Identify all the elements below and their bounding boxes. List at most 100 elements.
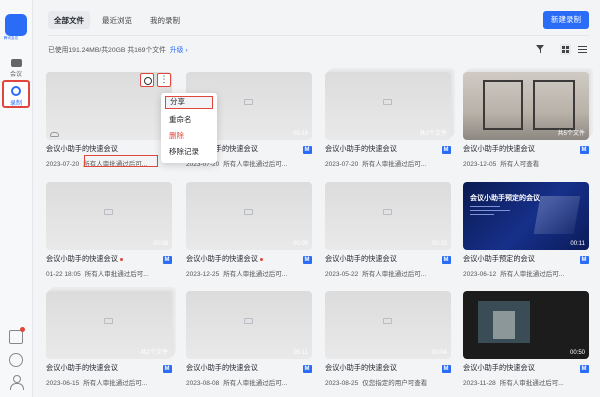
recording-card[interactable]: 00:50 会议小助手的快速会议 2023-11-28所有人审批通过后可... — [463, 291, 589, 397]
thumbnail-title: 会议小助手预定的会议 — [470, 195, 540, 202]
placeholder-icon — [244, 318, 253, 324]
camera-icon — [10, 59, 22, 67]
unread-dot — [119, 257, 123, 261]
record-icon — [11, 86, 21, 96]
thumbnail[interactable]: 05:11 — [186, 291, 312, 359]
thumbnail[interactable]: 共5个文件 — [463, 72, 589, 140]
storage-info: 已使用191.24MB/共20GB 共169个文件 升级 › — [48, 44, 188, 54]
card-title: 会议小助手预定的会议 — [463, 254, 535, 263]
duration: 00:09 — [292, 241, 308, 247]
cloud-icon — [50, 132, 59, 137]
card-meta: 2023-07-20 所有人审批通过后可... — [325, 161, 427, 168]
sidebar-item-label: 录制 — [9, 101, 22, 107]
card-meta: 2023-08-08 所有人审批通过后可... — [186, 380, 288, 387]
card-title: 会议小助手的快速会议 — [186, 254, 312, 266]
placeholder-icon — [383, 318, 392, 324]
menu-item-rename[interactable]: 重命名 — [165, 113, 213, 126]
card-meta: 2023-06-12 所有人审批通过后可... — [463, 271, 565, 278]
duration: 00:11 — [570, 241, 585, 247]
thumbnail-image — [483, 80, 523, 130]
recording-card[interactable]: 会议小助手预定的会议 00:11 会议小助手预定的会议 2023-06-12所有人… — [463, 182, 589, 290]
thumbnail[interactable]: 00:08 — [46, 182, 172, 250]
logo-subtitle: 腾讯会议 — [3, 35, 19, 40]
meeting-logo-icon — [303, 146, 312, 154]
thumbnail[interactable]: 共2个文件 — [325, 72, 451, 140]
recording-card[interactable]: 00:08 会议小助手的快速会议 01-22 18:05所有人审批通过后可... — [46, 182, 172, 290]
tab-recent[interactable]: 最近浏览 — [96, 11, 138, 29]
card-meta: 01-22 18:05 所有人审批通过后可... — [46, 271, 149, 278]
meeting-logo-icon — [163, 256, 172, 264]
duration: 00:15 — [431, 241, 447, 247]
card-title: 会议小助手的快速会议 — [463, 144, 535, 153]
card-meta: 2023-06-15 所有人审批通过后可... — [46, 380, 148, 387]
meeting-logo-icon — [580, 256, 589, 264]
card-title: 会议小助手的快速会议 — [325, 254, 397, 263]
tab-bar: 全部文件 最近浏览 我的录制 — [48, 11, 186, 29]
notification-badge — [20, 327, 25, 332]
link-icon[interactable] — [140, 73, 154, 87]
thumbnail[interactable]: 00:15 — [325, 182, 451, 250]
upgrade-link[interactable]: 升级 › — [170, 47, 188, 54]
more-options-icon[interactable]: ⋮ — [157, 73, 171, 87]
storage-text: 已使用191.24MB/共20GB 共169个文件 — [48, 47, 166, 54]
thumbnail-image — [493, 311, 515, 339]
recording-card[interactable]: 00:15 会议小助手的快速会议 2023-05-22所有人审批通过后可... — [325, 182, 451, 290]
thumbnail[interactable]: 共2个文件 — [46, 291, 172, 359]
gear-icon[interactable] — [9, 353, 23, 367]
sidebar-item-record[interactable]: 录制 — [2, 80, 30, 108]
card-title: 会议小助手的快速会议 — [325, 363, 397, 372]
new-recording-button[interactable]: 新建录制 — [543, 11, 589, 29]
mail-icon[interactable] — [9, 330, 23, 344]
app-window: 腾讯会议 会议 录制 全部文件 最近浏览 我的录制 新建录制 已使用191.24… — [0, 0, 600, 397]
menu-item-remove-record[interactable]: 移除记录 — [165, 145, 213, 158]
duration: 00:08 — [152, 241, 168, 247]
card-title: 会议小助手的快速会议 — [186, 363, 258, 372]
duration: 00:18 — [292, 131, 308, 137]
sidebar: 腾讯会议 会议 录制 — [0, 0, 33, 397]
card-meta: 2023-08-25 仅您指定的用户可查看 — [325, 380, 428, 387]
menu-item-share[interactable]: 分享 — [165, 96, 213, 109]
recording-card[interactable]: 00:09 会议小助手的快速会议 2023-12-25所有人审批通过后可... — [186, 182, 312, 290]
meeting-logo-icon — [580, 146, 589, 154]
thumbnail[interactable]: 会议小助手预定的会议 00:11 — [463, 182, 589, 250]
recording-card[interactable]: 共2个文件 会议小助手的快速会议 2023-06-15所有人审批通过后可... — [46, 291, 172, 397]
placeholder-icon — [383, 209, 392, 215]
context-menu: 分享 重命名 删除 移除记录 — [161, 93, 217, 163]
unread-dot — [259, 257, 263, 261]
meeting-logo-icon — [580, 365, 589, 373]
filter-icon[interactable] — [535, 44, 546, 55]
meeting-logo-icon — [442, 146, 451, 154]
duration: 00:50 — [569, 350, 585, 356]
meeting-logo-icon — [303, 365, 312, 373]
meeting-logo-icon — [303, 256, 312, 264]
header-divider — [48, 35, 589, 36]
card-meta: 2023-05-22 所有人审批通过后可... — [325, 271, 427, 278]
user-icon[interactable] — [9, 375, 24, 390]
card-meta: 2023-12-25 所有人审批通过后可... — [186, 271, 288, 278]
recording-card[interactable]: 共5个文件 会议小助手的快速会议 2023-12-05所有人可查看 — [463, 72, 589, 180]
list-view-icon[interactable] — [577, 44, 588, 55]
meeting-logo-icon — [442, 365, 451, 373]
file-count: 共5个文件 — [557, 131, 585, 137]
sidebar-item-label: 会议 — [9, 72, 22, 78]
menu-item-delete[interactable]: 删除 — [165, 129, 213, 142]
placeholder-icon — [104, 318, 113, 324]
card-meta: 2023-12-05 所有人可查看 — [463, 161, 540, 168]
card-title: 会议小助手的快速会议 — [463, 363, 535, 372]
sidebar-item-meeting[interactable]: 会议 — [2, 52, 30, 80]
card-title: 会议小助手的快速会议 — [46, 363, 118, 372]
meeting-logo-icon — [442, 256, 451, 264]
card-meta: 2023-11-28 所有人审批通过后可... — [463, 380, 564, 387]
duration: 05:11 — [293, 350, 308, 356]
recording-card[interactable]: 00:04 会议小助手的快速会议 2023-08-25仅您指定的用户可查看 — [325, 291, 451, 397]
thumbnail[interactable]: 00:50 — [463, 291, 589, 359]
recording-card[interactable]: 共2个文件 会议小助手的快速会议 2023-07-20所有人审批通过后可... — [325, 72, 451, 180]
tab-my-recordings[interactable]: 我的录制 — [144, 11, 186, 29]
placeholder-icon — [383, 99, 392, 105]
thumbnail[interactable]: 00:09 — [186, 182, 312, 250]
recording-card[interactable]: 05:11 会议小助手的快速会议 2023-08-08所有人审批通过后可... — [186, 291, 312, 397]
thumbnail[interactable]: 00:04 — [325, 291, 451, 359]
tab-all-files[interactable]: 全部文件 — [48, 11, 90, 29]
grid-view-icon[interactable] — [560, 44, 571, 55]
meeting-logo-icon — [163, 365, 172, 373]
